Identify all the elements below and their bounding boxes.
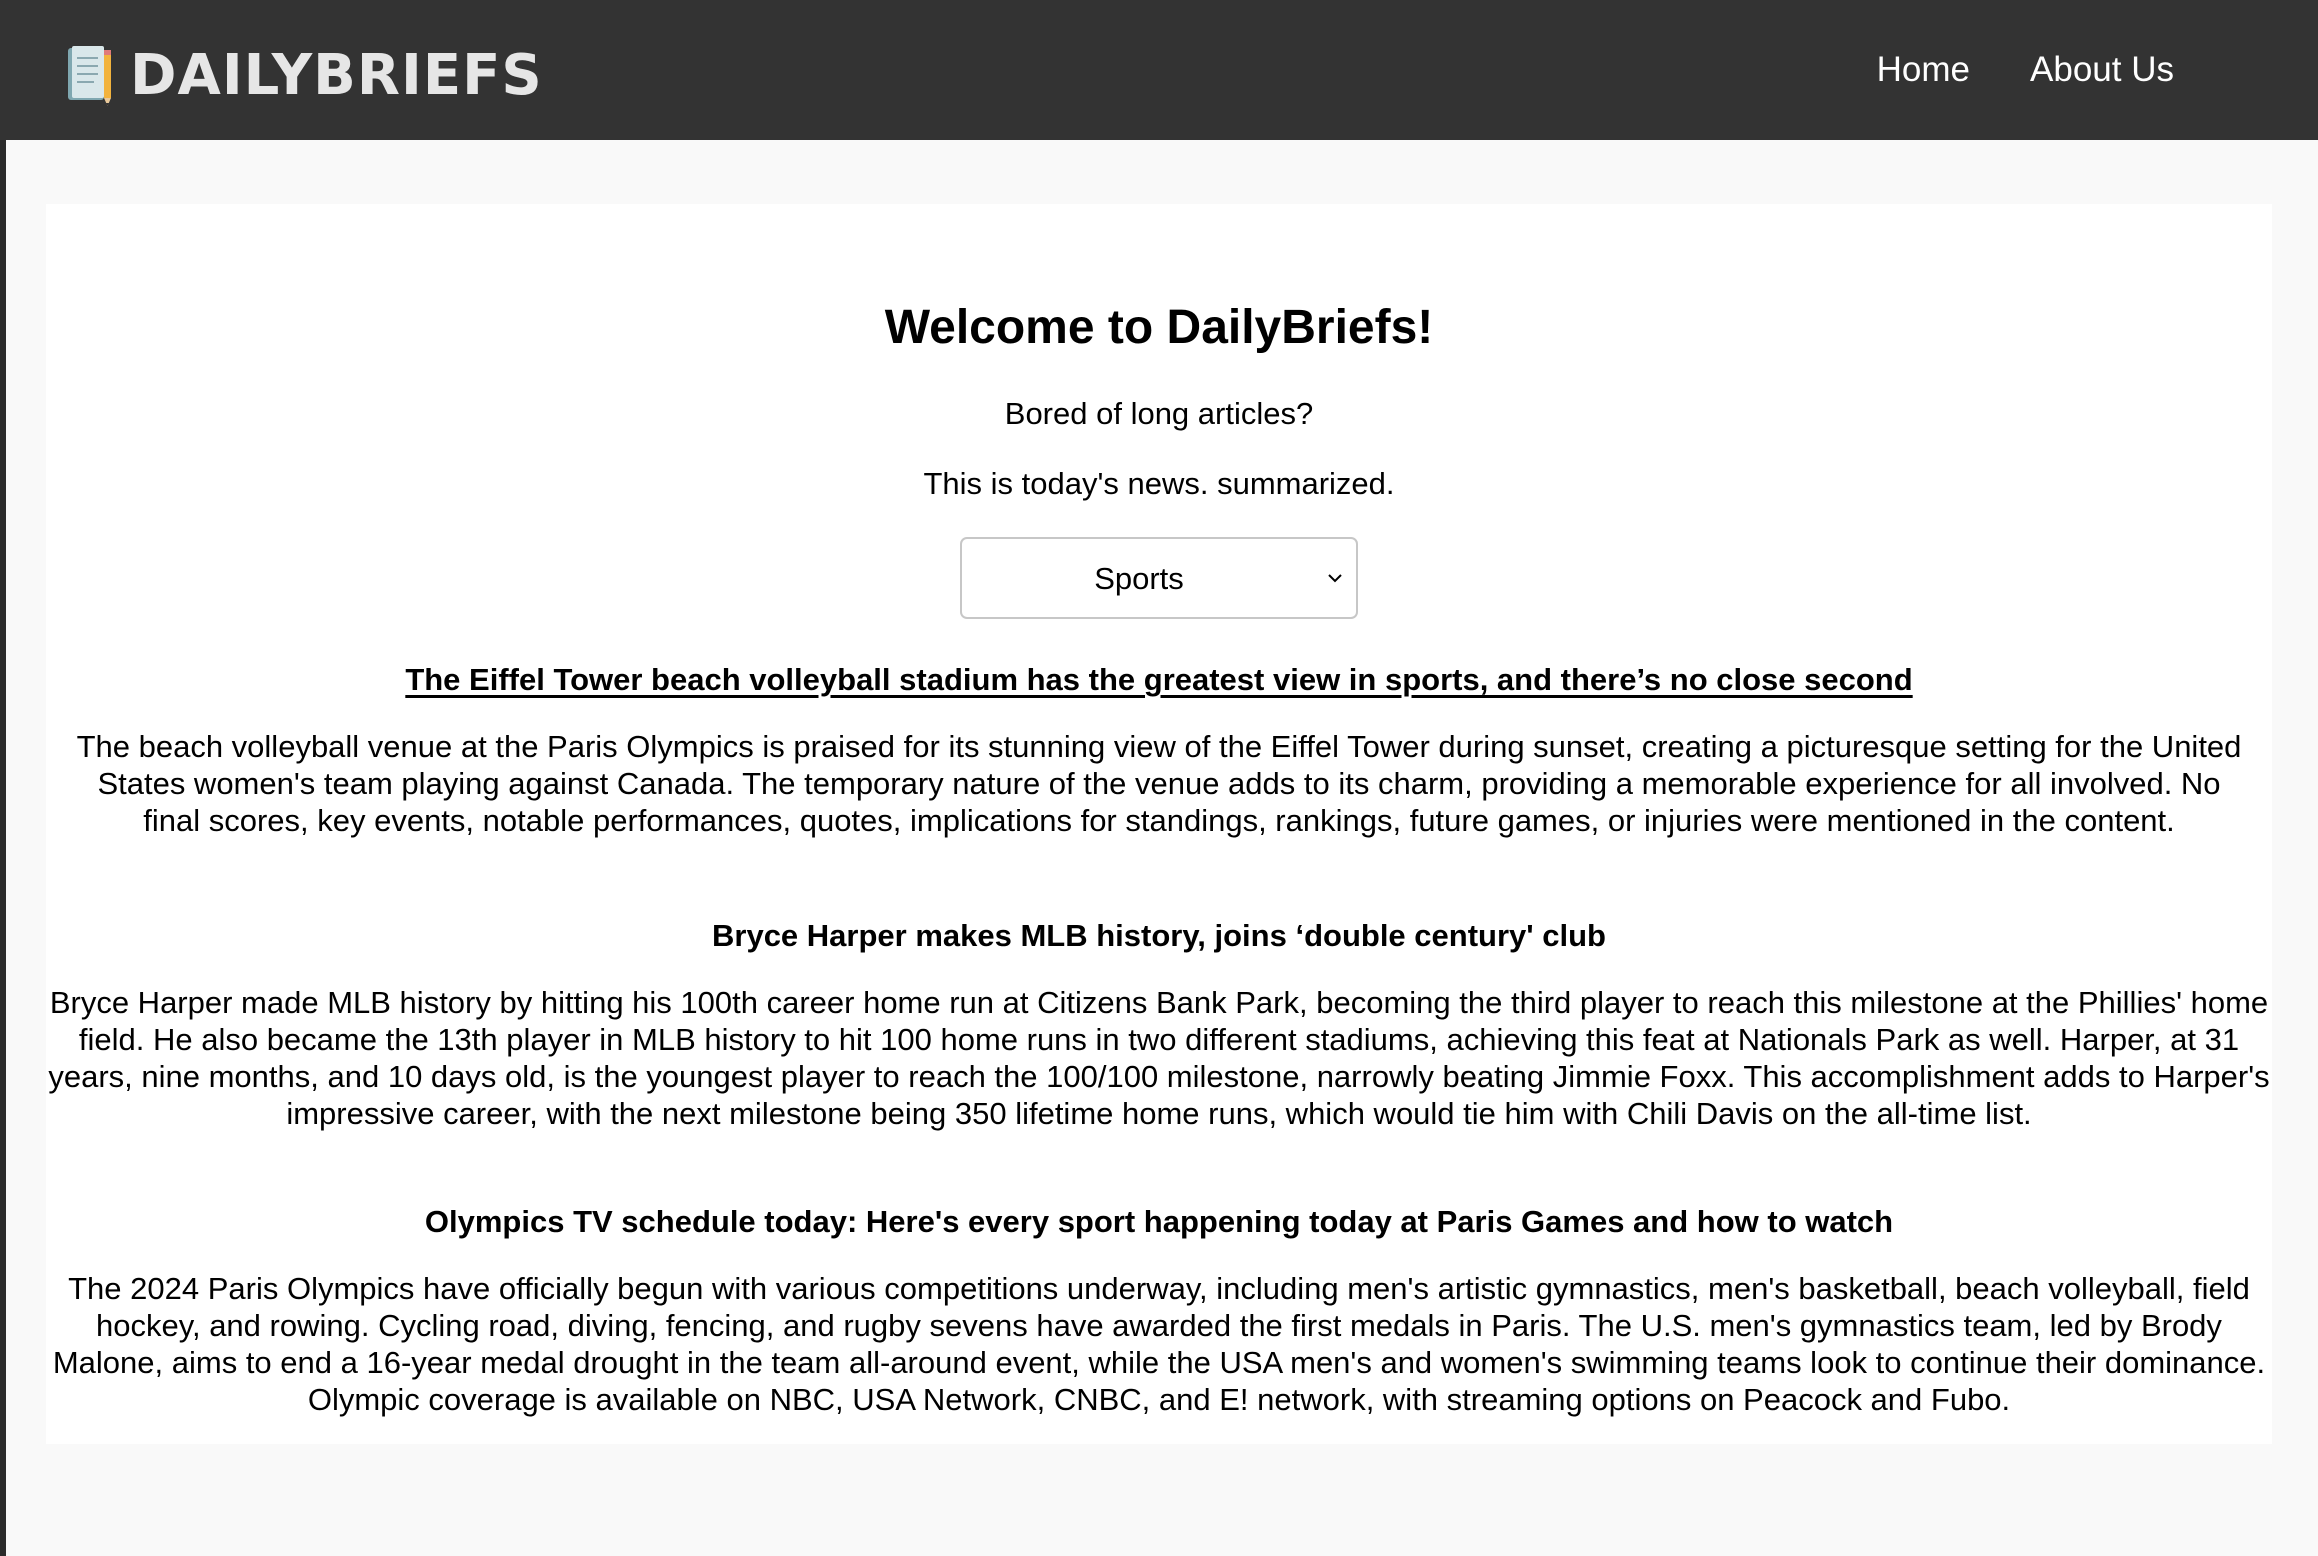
- article-summary-block: Bryce Harper made MLB history by hitting…: [46, 984, 2272, 1132]
- article-title: The Eiffel Tower beach volleyball stadiu…: [76, 660, 2242, 700]
- article-item: Olympics TV schedule today: Here's every…: [76, 1202, 2242, 1242]
- brand-name: DAILYBRIEFS: [130, 42, 543, 108]
- tagline-statement: This is today's news. summarized.: [923, 466, 1395, 501]
- article-title: Bryce Harper makes MLB history, joins ‘d…: [712, 918, 1606, 953]
- content-card: Welcome to DailyBriefs! Bored of long ar…: [46, 204, 2272, 1444]
- article-item: Bryce Harper makes MLB history, joins ‘d…: [76, 916, 2242, 956]
- window-edge: [0, 0, 6, 1556]
- article-title: Olympics TV schedule today: Here's every…: [424, 1204, 1894, 1239]
- category-dropdown[interactable]: Sports: [960, 537, 1358, 619]
- article-summary: Bryce Harper made MLB history by hitting…: [48, 985, 2270, 1131]
- notepad-pencil-icon: [68, 46, 111, 106]
- category-select[interactable]: Sports: [962, 539, 1356, 617]
- tagline-question: Bored of long articles?: [1004, 396, 1314, 431]
- article-title-link[interactable]: The Eiffel Tower beach volleyball stadiu…: [405, 662, 1912, 697]
- brand-logo-link[interactable]: DAILYBRIEFS: [66, 40, 543, 110]
- nav-home-link[interactable]: Home: [1877, 44, 1970, 96]
- page-title: Welcome to DailyBriefs!: [884, 301, 1434, 354]
- article-summary: The 2024 Paris Olympics have officially …: [52, 1271, 2266, 1417]
- main-nav: Home About Us: [1877, 44, 2174, 96]
- nav-about-us-link[interactable]: About Us: [2030, 44, 2174, 96]
- article-summary-block: The 2024 Paris Olympics have officially …: [52, 1270, 2266, 1418]
- top-navigation-bar: DAILYBRIEFS Home About Us: [0, 0, 2318, 140]
- article-summary: The beach volleyball venue at the Paris …: [76, 729, 2242, 838]
- article-summary-block: The beach volleyball venue at the Paris …: [76, 728, 2242, 839]
- article-item: The Eiffel Tower beach volleyball stadiu…: [76, 660, 2242, 700]
